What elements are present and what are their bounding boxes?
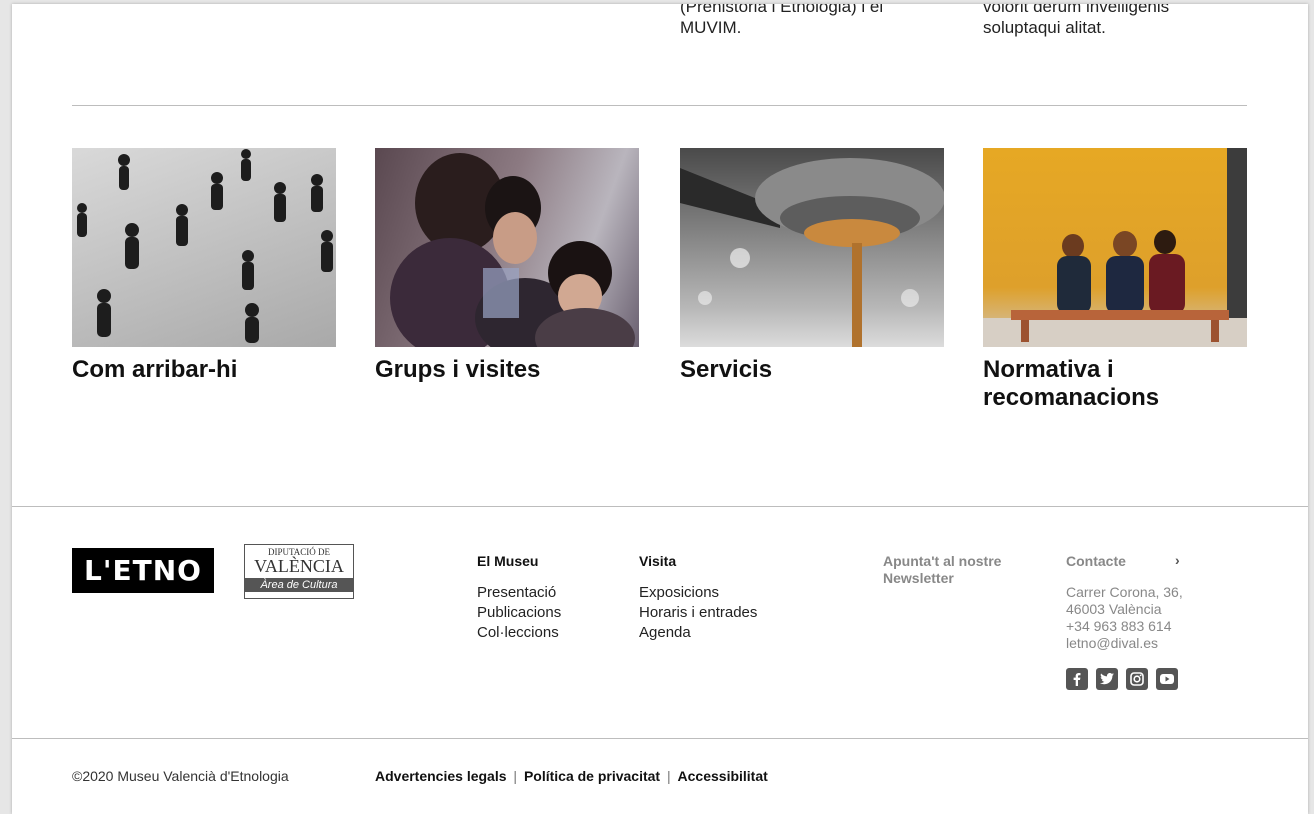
- footer-link-publicacions[interactable]: Publicacions: [477, 603, 561, 623]
- contact-email[interactable]: letno@dival.es: [1066, 635, 1183, 652]
- contact-address2: 46003 València: [1066, 601, 1162, 617]
- card-com-arribar[interactable]: Com arribar-hi: [72, 148, 336, 384]
- contacte-link[interactable]: Contacte: [1066, 553, 1126, 569]
- youtube-icon[interactable]: [1156, 668, 1178, 690]
- dipu-line2: VALÈNCIA: [254, 556, 344, 576]
- footer-museu-heading: El Museu: [477, 553, 539, 569]
- intro-text-col4: volorit derum invelligenis soluptaqui al…: [983, 4, 1170, 37]
- facebook-icon[interactable]: [1066, 668, 1088, 690]
- contact-info: Carrer Corona, 36, 46003 València +34 96…: [1066, 584, 1183, 652]
- card-title[interactable]: Com arribar-hi: [72, 356, 336, 384]
- copyright-text: ©2020 Museu Valencià d'Etnologia: [72, 768, 289, 784]
- chevron-right-icon[interactable]: ›: [1175, 552, 1180, 568]
- card-servicis[interactable]: Servicis: [680, 148, 944, 384]
- visitors-image[interactable]: [375, 148, 639, 347]
- bottom-divider: [12, 738, 1308, 739]
- card-normativa[interactable]: Normativa i recomanacions: [983, 148, 1247, 412]
- card-title[interactable]: Grups i visites: [375, 356, 639, 384]
- page: (Prehistòria i Etnologia) i el MUVIM. vo…: [12, 4, 1308, 814]
- letno-logo-text: L'ETNO: [84, 554, 202, 587]
- contact-address1: Carrer Corona, 36,: [1066, 584, 1183, 600]
- instagram-icon[interactable]: [1126, 668, 1148, 690]
- intro-text-col3: (Prehistòria i Etnologia) i el MUVIM.: [680, 4, 884, 37]
- legal-links: Advertencies legals | Política de privac…: [375, 768, 768, 784]
- coffee-image[interactable]: [680, 148, 944, 347]
- separator: |: [667, 768, 671, 784]
- accessibility-link[interactable]: Accessibilitat: [678, 768, 768, 784]
- footer-link-presentacio[interactable]: Presentació: [477, 583, 561, 603]
- footer-link-exposicions[interactable]: Exposicions: [639, 583, 757, 603]
- footer-museu-links: Presentació Publicacions Col·leccions: [477, 583, 561, 643]
- footer-divider: [12, 506, 1308, 507]
- card-title[interactable]: Servicis: [680, 356, 944, 384]
- crowd-image[interactable]: [72, 148, 336, 347]
- diputacio-logo[interactable]: DIPUTACIÓ DE VALÈNCIA Àrea de Cultura: [244, 544, 354, 599]
- bench-image[interactable]: [983, 148, 1247, 347]
- twitter-icon[interactable]: [1096, 668, 1118, 690]
- letno-logo[interactable]: L'ETNO: [72, 548, 214, 593]
- social-links: [1066, 668, 1178, 690]
- legal-link[interactable]: Advertencies legals: [375, 768, 507, 784]
- card-title[interactable]: Normativa i recomanacions: [983, 356, 1247, 412]
- footer-link-horaris[interactable]: Horaris i entrades: [639, 603, 757, 623]
- footer-visita-heading: Visita: [639, 553, 677, 569]
- section-divider: [72, 105, 1247, 106]
- card-grups-visites[interactable]: Grups i visites: [375, 148, 639, 384]
- newsletter-link[interactable]: Apunta't al nostre Newsletter: [883, 553, 1033, 587]
- contact-phone[interactable]: +34 963 883 614: [1066, 618, 1183, 635]
- privacy-link[interactable]: Política de privacitat: [524, 768, 660, 784]
- dipu-line3: Àrea de Cultura: [245, 578, 353, 592]
- separator: |: [513, 768, 518, 784]
- footer-link-colleccions[interactable]: Col·leccions: [477, 623, 561, 643]
- footer-link-agenda[interactable]: Agenda: [639, 623, 757, 643]
- footer-visita-links: Exposicions Horaris i entrades Agenda: [639, 583, 757, 643]
